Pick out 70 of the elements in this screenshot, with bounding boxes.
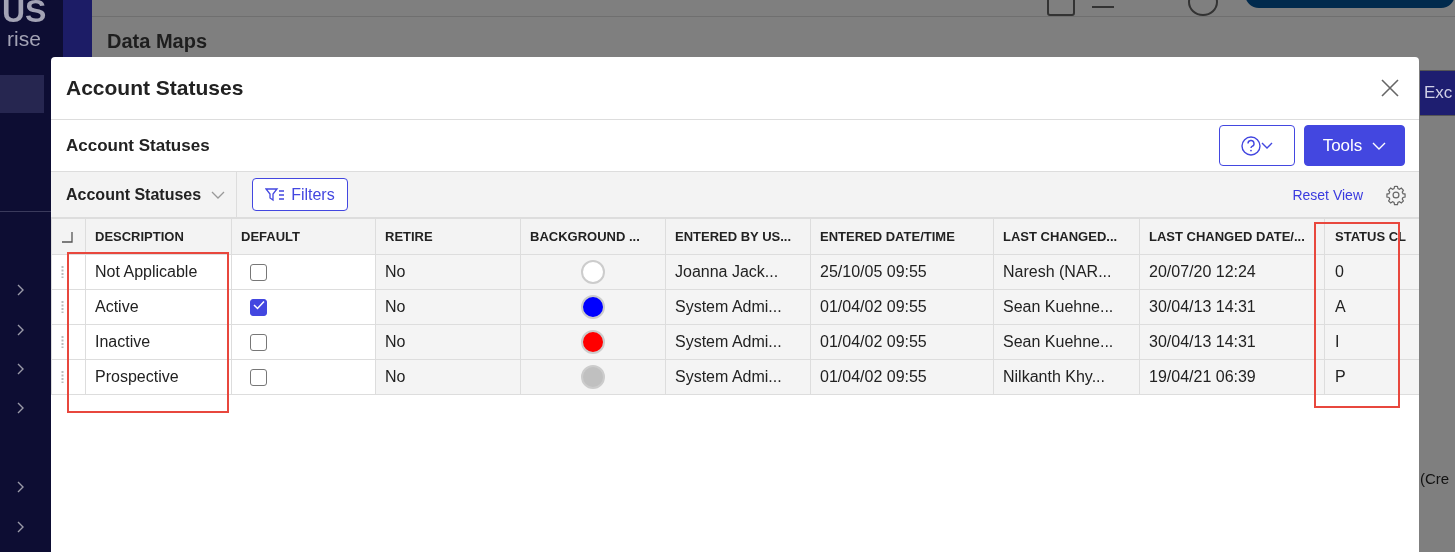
table-cell: 30/04/13 14:31 [1139,289,1325,325]
column-header[interactable]: LAST CHANGED... [993,218,1140,255]
column-header[interactable]: LAST CHANGED DATE/... [1139,218,1325,255]
checkbox[interactable] [250,333,267,351]
table-cell: P [1324,359,1419,395]
caret-icon [211,190,226,199]
caret-icon [1261,142,1273,149]
help-button[interactable] [1219,125,1295,166]
chevron-icon[interactable] [17,481,25,493]
table-cell: No [375,289,521,325]
column-header[interactable]: ENTERED DATE/TIME [810,218,994,255]
view-dropdown[interactable]: Account Statuses [66,185,226,204]
table-cell: Joanna Jack... [665,254,811,290]
table-cell: 01/04/02 09:55 [810,359,994,395]
section-title: Account Statuses [66,135,210,156]
logo-text: US [2,0,47,28]
drag-handle-icon[interactable] [61,371,64,383]
caret-icon [1372,141,1387,150]
table-cell: 30/04/13 14:31 [1139,324,1325,360]
table-cell: Prospective [85,359,232,395]
column-header[interactable]: RETIRE [375,218,521,255]
table-cell: 25/10/05 09:55 [810,254,994,290]
column-header[interactable]: DESCRIPTION [85,218,232,255]
table-cell: No [375,254,521,290]
page-title: Data Maps [107,30,208,53]
checkbox[interactable] [250,263,267,281]
column-header[interactable]: ENTERED BY US... [665,218,811,255]
column-header[interactable]: DEFAULT [231,218,376,255]
chevron-icon[interactable] [17,284,25,296]
logo-text: rise [7,28,42,50]
checkbox[interactable] [250,368,267,386]
table-cell: 01/04/02 09:55 [810,324,994,360]
drag-handle-icon[interactable] [61,301,64,313]
chevron-icon[interactable] [17,402,25,414]
checkbox[interactable] [250,298,267,316]
table-cell: Inactive [85,324,232,360]
table-cell: 20/07/20 12:24 [1139,254,1325,290]
reset-view-link[interactable]: Reset View [1292,186,1363,203]
table-cell: A [1324,289,1419,325]
chevron-icon[interactable] [17,363,25,375]
drag-handle-icon[interactable] [61,336,64,348]
table-cell: Sean Kuehne... [993,324,1140,360]
table-cell: I [1324,324,1419,360]
table-cell: System Admi... [665,289,811,325]
table-cell: Active [85,289,232,325]
table-cell: System Admi... [665,324,811,360]
export-button[interactable]: Exc [1420,70,1455,116]
table-cell: No [375,324,521,360]
table-cell: Naresh (NAR... [993,254,1140,290]
help-icon [1241,135,1261,156]
table-cell: No [375,359,521,395]
table-cell: Nilkanth Khy... [993,359,1140,395]
drag-handle-icon[interactable] [61,266,64,278]
dialog-title: Account Statuses [66,76,244,100]
column-header[interactable]: BACKGROUND ... [520,218,666,255]
filter-icon [265,186,286,203]
table-cell: Not Applicable [85,254,232,290]
chevron-icon[interactable] [17,521,25,533]
tools-button[interactable]: Tools [1304,125,1405,166]
chevron-icon[interactable] [17,324,25,336]
select-all-icon[interactable] [61,230,73,243]
close-icon[interactable] [1381,79,1399,97]
table-cell: 01/04/02 09:55 [810,289,994,325]
table-cell: System Admi... [665,359,811,395]
filters-button[interactable]: Filters [252,178,348,211]
table-cell: 0 [1324,254,1419,290]
settings-icon[interactable] [1385,183,1407,206]
table-cell: Sean Kuehne... [993,289,1140,325]
table-cell: 19/04/21 06:39 [1139,359,1325,395]
page-text: (Cre [1420,470,1450,487]
